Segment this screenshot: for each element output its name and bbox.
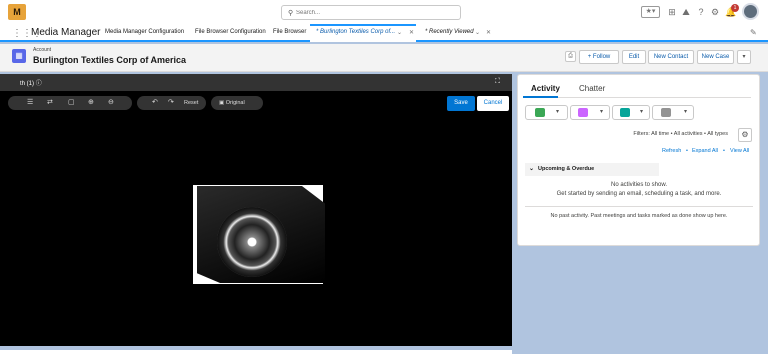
divider [525, 206, 753, 207]
follow-label: Follow [592, 54, 611, 60]
log-call-dropdown-icon[interactable]: ▾ [556, 108, 559, 115]
nav-item-file-browser[interactable]: File Browser [273, 29, 306, 35]
tab-burlington-label: * Burlington Textiles Corp of... [316, 29, 396, 35]
filter-settings-gear-icon[interactable]: ⚙ [738, 128, 752, 142]
log-call-button[interactable] [525, 105, 568, 120]
new-case-button[interactable]: New Case [697, 50, 734, 64]
tab-recent-dropdown-icon[interactable]: ⌄ [475, 29, 480, 36]
tab-close-icon[interactable]: ✕ [409, 29, 414, 36]
print-icon[interactable]: ⎙ [565, 51, 576, 62]
add-icon[interactable]: ⊞ [667, 7, 677, 17]
flip-horizontal-icon[interactable]: ☰ [27, 98, 33, 108]
nav-item-media-manager-configuration[interactable]: Media Manager Configuration [105, 29, 184, 35]
original-label: ▣ Original [219, 100, 245, 106]
app-logo[interactable]: M [8, 4, 26, 20]
bottom-panel-edge [0, 350, 512, 354]
favorites-button[interactable]: ★▾ [641, 6, 660, 18]
global-search[interactable]: ⚲ [281, 5, 461, 20]
upcoming-overdue-section[interactable]: Upcoming & Overdue [525, 163, 659, 176]
cancel-button[interactable]: Cancel [477, 96, 509, 111]
record-type-label: Account [33, 47, 52, 53]
crop-icon[interactable]: ▢ [68, 98, 75, 108]
task-icon [620, 108, 630, 117]
more-actions-dropdown-icon[interactable]: ▾ [737, 50, 751, 64]
email-button[interactable] [652, 105, 694, 120]
zoom-out-icon[interactable]: ⊖ [108, 98, 114, 108]
no-activities-line-2: Get started by sending an email, schedul… [556, 191, 722, 197]
undo-icon[interactable]: ↶ [152, 98, 158, 108]
setup-gear-icon[interactable]: ⚙ [710, 7, 720, 17]
search-icon: ⚲ [288, 10, 294, 17]
trailhead-icon[interactable]: ⛰ [681, 7, 691, 17]
tab-recently-viewed[interactable]: * Recently Viewed [425, 29, 474, 35]
nav-item-file-browser-configuration[interactable]: File Browser Configuration [195, 29, 266, 35]
app-launcher-icon[interactable]: ⋮⋮⋮ [12, 28, 42, 39]
new-event-button[interactable] [570, 105, 610, 120]
follow-button[interactable]: + Follow [579, 50, 619, 64]
record-title: Burlington Textiles Corp of America [33, 55, 187, 65]
view-all-link[interactable]: View All [730, 148, 749, 154]
user-avatar[interactable] [742, 3, 759, 20]
image-editor-titlebar [0, 74, 512, 91]
expand-all-link[interactable]: Expand All [692, 148, 718, 154]
redo-icon[interactable]: ↷ [168, 98, 174, 108]
tab-recent-close-icon[interactable]: ✕ [486, 29, 491, 36]
tab-chatter[interactable]: Chatter [579, 84, 605, 93]
reset-button[interactable]: Reset [184, 98, 198, 108]
no-activities-message: No activities to show. Get started by se… [525, 181, 753, 199]
refresh-link[interactable]: Refresh [662, 148, 681, 154]
tab-activity[interactable]: Activity [531, 84, 560, 93]
edit-button[interactable]: Edit [622, 50, 646, 64]
tab-active-indicator [523, 96, 558, 98]
log-call-icon [535, 108, 545, 117]
notification-badge: 1 [731, 4, 739, 12]
new-event-dropdown-icon[interactable]: ▾ [600, 108, 603, 115]
activity-filters: Filters: All time • All activities • All… [633, 131, 728, 137]
no-activities-line-1: No activities to show. [610, 182, 668, 188]
account-icon: ▦ [12, 49, 26, 63]
app-name: Media Manager [31, 27, 101, 38]
rotate-swap-icon[interactable]: ⇄ [47, 98, 53, 108]
tab-dropdown-icon[interactable]: ⌄ [397, 29, 402, 36]
help-icon[interactable]: ? [696, 7, 706, 17]
no-past-activity-message: No past activity. Past meetings and task… [550, 213, 728, 219]
event-icon [578, 108, 588, 117]
chevron-down-icon[interactable]: ⌄ [529, 165, 534, 172]
link-separator: • [723, 148, 725, 154]
edit-nav-pencil-icon[interactable]: ✎ [750, 28, 757, 37]
original-label-text: Original [225, 100, 245, 106]
activity-panel [517, 74, 760, 246]
info-icon[interactable]: ⓘ [36, 81, 42, 87]
speaker-cone [217, 207, 287, 277]
image-title: th (1) ⓘ [20, 78, 42, 87]
search-input[interactable] [296, 8, 446, 18]
link-separator: • [686, 148, 688, 154]
email-dropdown-icon[interactable]: ▾ [684, 108, 687, 115]
new-task-button[interactable] [612, 105, 650, 120]
new-contact-button[interactable]: New Contact [648, 50, 694, 64]
save-button[interactable]: Save [447, 96, 475, 111]
zoom-in-icon[interactable]: ⊕ [88, 98, 94, 108]
new-task-dropdown-icon[interactable]: ▾ [640, 108, 643, 115]
image-title-text: th (1) [20, 81, 35, 87]
fullscreen-icon[interactable]: ⛶ [495, 78, 500, 86]
email-icon [661, 108, 671, 117]
